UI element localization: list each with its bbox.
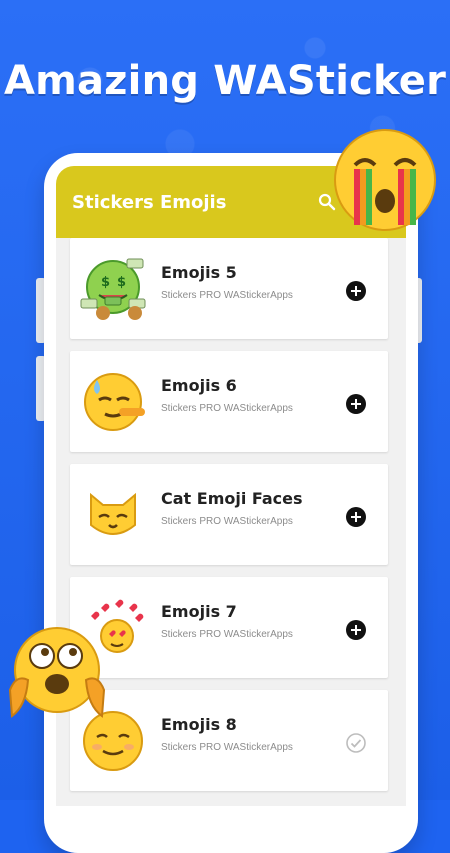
- money-face-icon: $ $: [78, 254, 148, 324]
- crying-rainbow-emoji-icon: [330, 125, 440, 240]
- pack-publisher: Stickers PRO WAStickerApps: [161, 629, 293, 640]
- pack-publisher: Stickers PRO WAStickerApps: [161, 742, 293, 753]
- promo-headline: Amazing WASticker: [3, 58, 447, 104]
- pack-title: Emojis 6: [161, 376, 237, 395]
- pack-publisher: Stickers PRO WAStickerApps: [161, 516, 293, 527]
- add-pack-button[interactable]: [346, 281, 366, 301]
- svg-text:$: $: [101, 275, 110, 290]
- cat-face-icon: [78, 480, 148, 550]
- svg-text:$: $: [117, 275, 126, 290]
- pack-title: Cat Emoji Faces: [161, 489, 303, 508]
- add-pack-button[interactable]: [346, 394, 366, 414]
- sticker-pack-card[interactable]: Cat Emoji Faces Stickers PRO WAStickerAp…: [70, 464, 388, 565]
- sticker-pack-card[interactable]: Emojis 7 Stickers PRO WAStickerApps: [70, 577, 388, 678]
- pack-title: Emojis 7: [161, 602, 237, 621]
- lying-sweat-face-icon: [78, 367, 148, 437]
- pack-publisher: Stickers PRO WAStickerApps: [161, 290, 293, 301]
- sticker-pack-card[interactable]: $ $ Emojis 5 Stickers PRO WAStickerApps: [70, 238, 388, 339]
- app-title: Stickers Emojis: [72, 191, 227, 213]
- pack-title: Emojis 5: [161, 263, 237, 282]
- pack-title: Emojis 8: [161, 715, 237, 734]
- sticker-pack-card[interactable]: Emojis 6 Stickers PRO WAStickerApps: [70, 351, 388, 452]
- pack-publisher: Stickers PRO WAStickerApps: [161, 403, 293, 414]
- added-check-icon: [346, 733, 366, 753]
- hands-on-cheeks-emoji-icon: [2, 620, 112, 735]
- add-pack-button[interactable]: [346, 507, 366, 527]
- add-pack-button[interactable]: [346, 620, 366, 640]
- sticker-pack-card[interactable]: Emojis 8 Stickers PRO WAStickerApps: [70, 690, 388, 791]
